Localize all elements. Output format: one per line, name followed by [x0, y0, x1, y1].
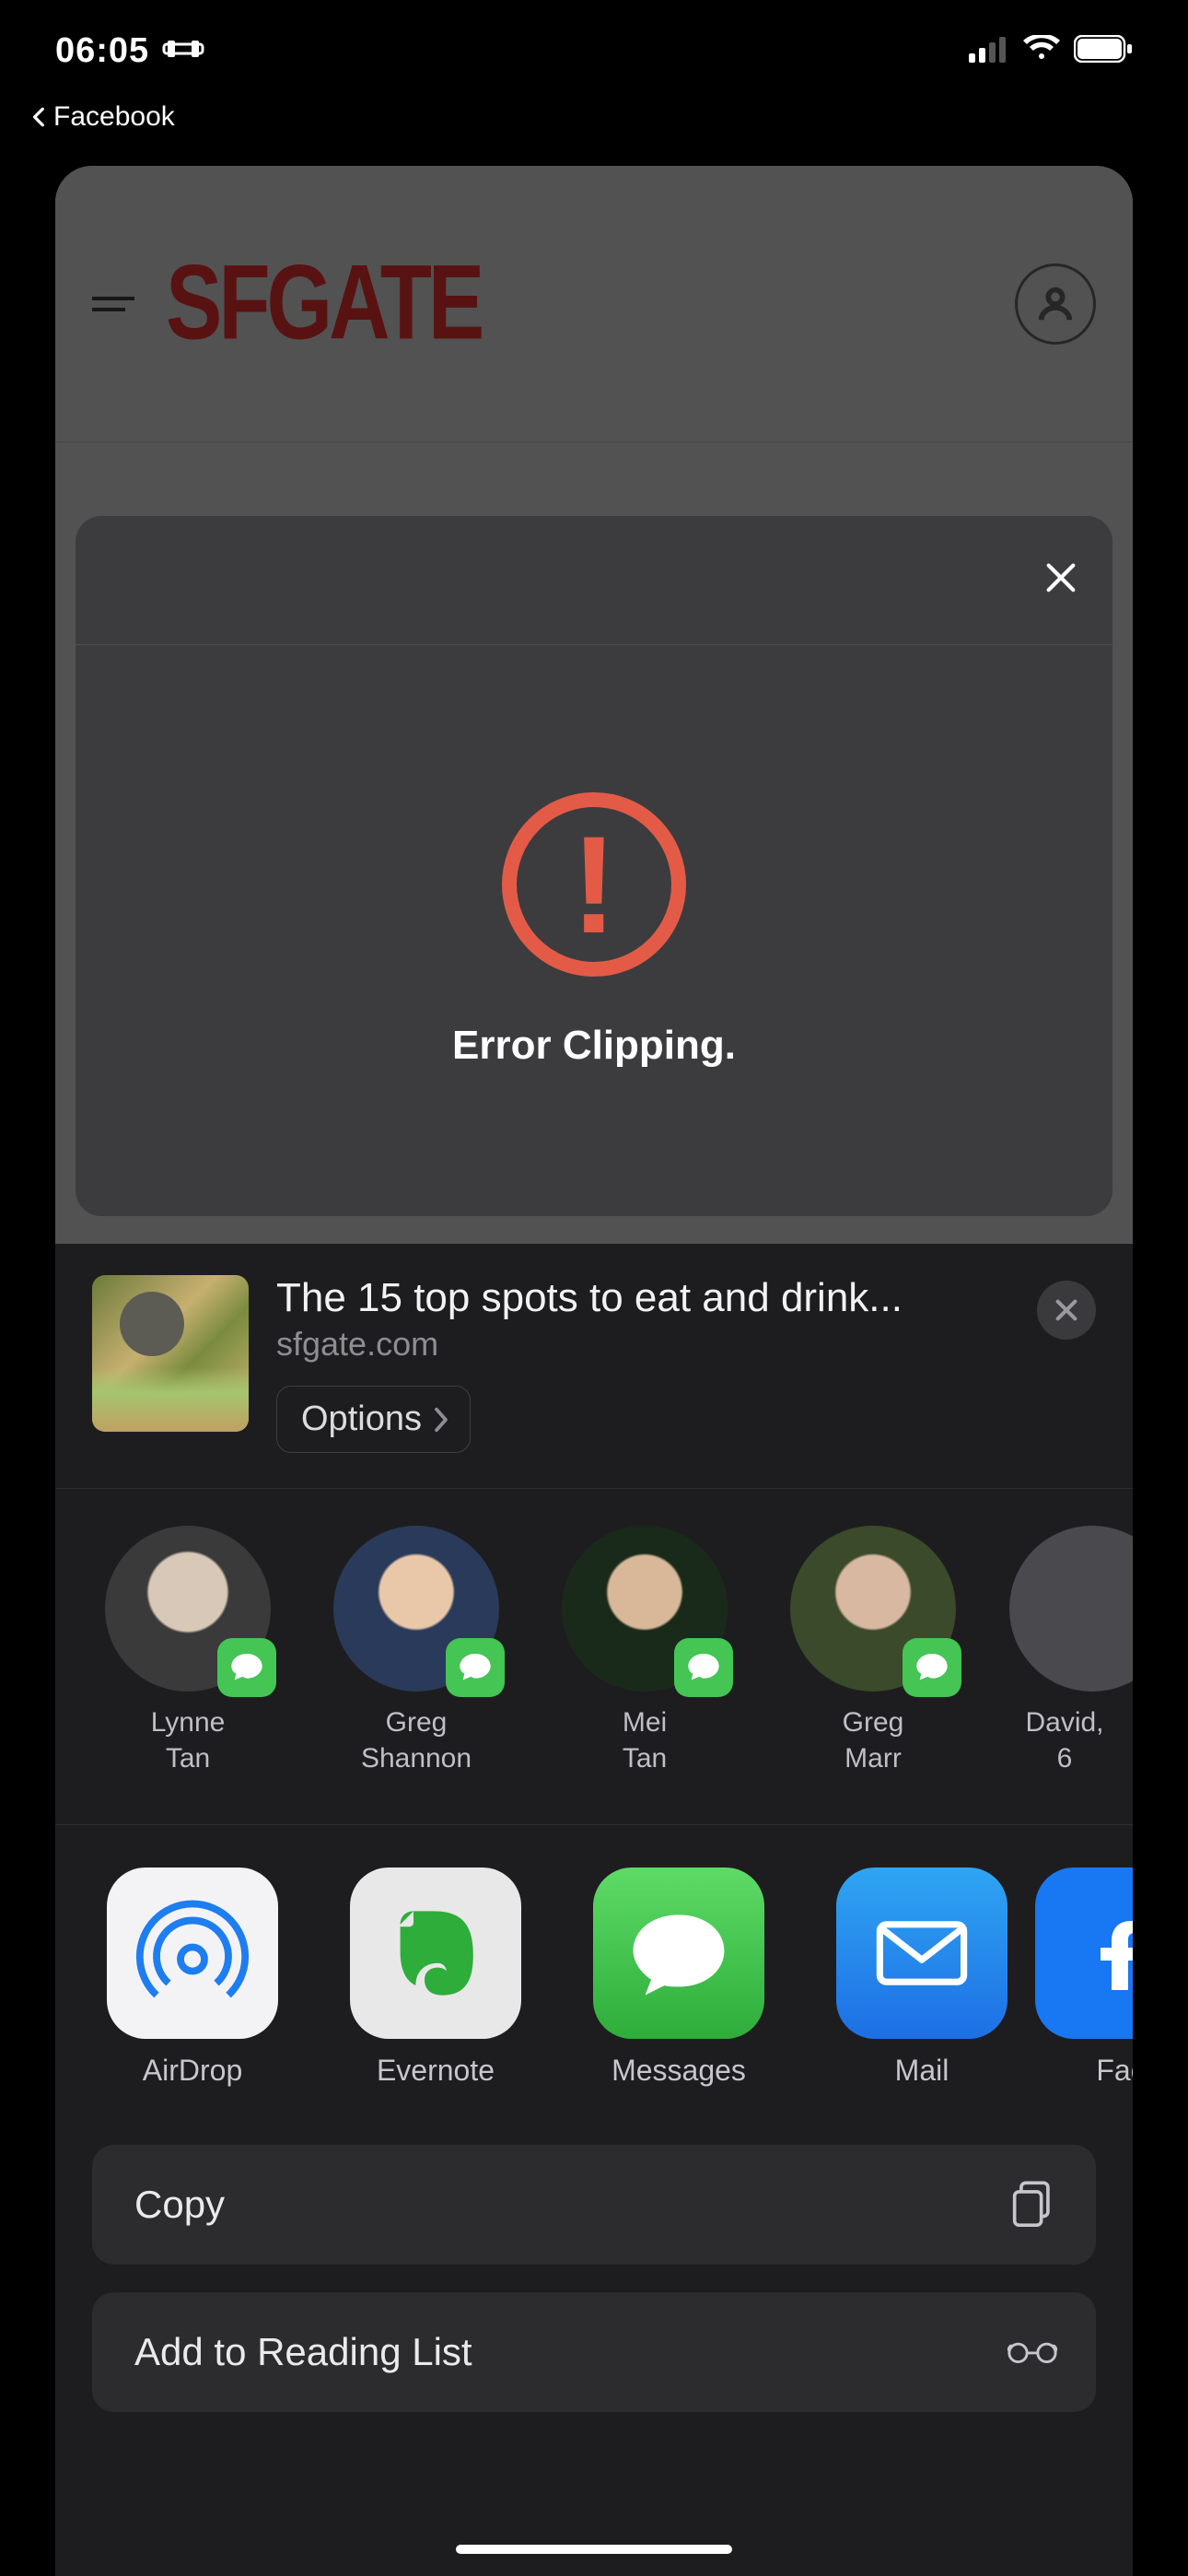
contact-name: Mei Tan: [623, 1704, 667, 1776]
action-copy[interactable]: Copy: [92, 2145, 1096, 2265]
status-bar: 06:05: [0, 0, 1188, 101]
action-label: Add to Reading List: [134, 2330, 472, 2374]
action-label: Copy: [134, 2183, 225, 2227]
mail-icon: [836, 1868, 1007, 2039]
back-to-app-label: Facebook: [53, 101, 175, 133]
close-button[interactable]: [1042, 559, 1079, 601]
cellular-signal-icon: [969, 35, 1009, 67]
share-actions-list: Copy Add to Reading List: [55, 2119, 1133, 2412]
chevron-right-icon: [431, 1406, 451, 1434]
share-contact[interactable]: Greg Marr: [781, 1526, 965, 1776]
site-header: SFGATE: [55, 166, 1133, 442]
share-thumbnail: [92, 1275, 249, 1432]
share-sheet: The 15 top spots to eat and drink... sfg…: [55, 1244, 1133, 2576]
share-options-button[interactable]: Options: [276, 1386, 471, 1453]
evernote-icon: [350, 1868, 521, 2039]
messages-icon: [593, 1868, 764, 2039]
app-viewport: SFGATE ! Error Clipping. The 15 top spot…: [55, 166, 1133, 2576]
action-reading-list[interactable]: Add to Reading List: [92, 2292, 1096, 2412]
share-contact[interactable]: Mei Tan: [553, 1526, 737, 1776]
share-app-airdrop[interactable]: AirDrop: [107, 1868, 278, 2088]
share-title: The 15 top spots to eat and drink...: [276, 1275, 1096, 1321]
share-header: The 15 top spots to eat and drink... sfg…: [55, 1244, 1133, 1477]
share-app-messages[interactable]: Messages: [593, 1868, 764, 2088]
airdrop-icon: [107, 1868, 278, 2039]
contact-name: Greg Shannon: [361, 1704, 472, 1776]
messages-badge-icon: [903, 1638, 961, 1697]
messages-badge-icon: [674, 1638, 733, 1697]
messages-badge-icon: [217, 1638, 276, 1697]
wifi-icon: [1022, 35, 1061, 67]
clipping-error-card: ! Error Clipping.: [76, 516, 1112, 1216]
contact-name: Greg Marr: [843, 1704, 904, 1776]
hamburger-menu-button[interactable]: [92, 281, 138, 327]
share-domain: sfgate.com: [276, 1325, 1096, 1364]
share-contact[interactable]: Greg Shannon: [324, 1526, 508, 1776]
share-app-facebook[interactable]: Fac: [1079, 1868, 1133, 2088]
share-contacts-row[interactable]: Lynne Tan Greg Shannon Mei Tan: [55, 1489, 1133, 1813]
focus-sleep-icon: [162, 35, 204, 67]
error-message: Error Clipping.: [452, 1023, 736, 1069]
share-app-evernote[interactable]: Evernote: [350, 1868, 521, 2088]
share-contact[interactable]: Lynne Tan: [96, 1526, 280, 1776]
contact-name: Lynne Tan: [151, 1704, 226, 1776]
avatar: [1009, 1526, 1133, 1692]
facebook-icon: [1035, 1868, 1133, 2039]
messages-badge-icon: [446, 1638, 505, 1697]
app-label: Mail: [895, 2054, 949, 2088]
app-label: AirDrop: [143, 2054, 242, 2088]
app-label: Fac: [1079, 2054, 1133, 2088]
site-logo[interactable]: SFGATE: [166, 243, 481, 364]
copy-icon: [1006, 2176, 1059, 2234]
profile-button[interactable]: [1015, 263, 1096, 345]
app-label: Messages: [611, 2054, 746, 2088]
share-contact[interactable]: David, 6: [1009, 1526, 1120, 1776]
battery-icon: [1074, 35, 1133, 67]
contact-name: David, 6: [1009, 1704, 1120, 1776]
reading-list-icon: [1006, 2324, 1059, 2382]
home-indicator[interactable]: [456, 2545, 732, 2554]
dismiss-share-button[interactable]: [1037, 1281, 1096, 1340]
status-left: 06:05: [55, 31, 204, 71]
back-to-app-button[interactable]: Facebook: [28, 101, 175, 133]
share-apps-row[interactable]: AirDrop Evernote Messages Mail: [55, 1825, 1133, 2119]
status-time: 06:05: [55, 31, 149, 71]
status-right: [969, 35, 1133, 67]
share-options-label: Options: [301, 1399, 422, 1439]
share-app-mail[interactable]: Mail: [836, 1868, 1007, 2088]
alert-icon: !: [502, 792, 686, 977]
app-label: Evernote: [377, 2054, 495, 2088]
